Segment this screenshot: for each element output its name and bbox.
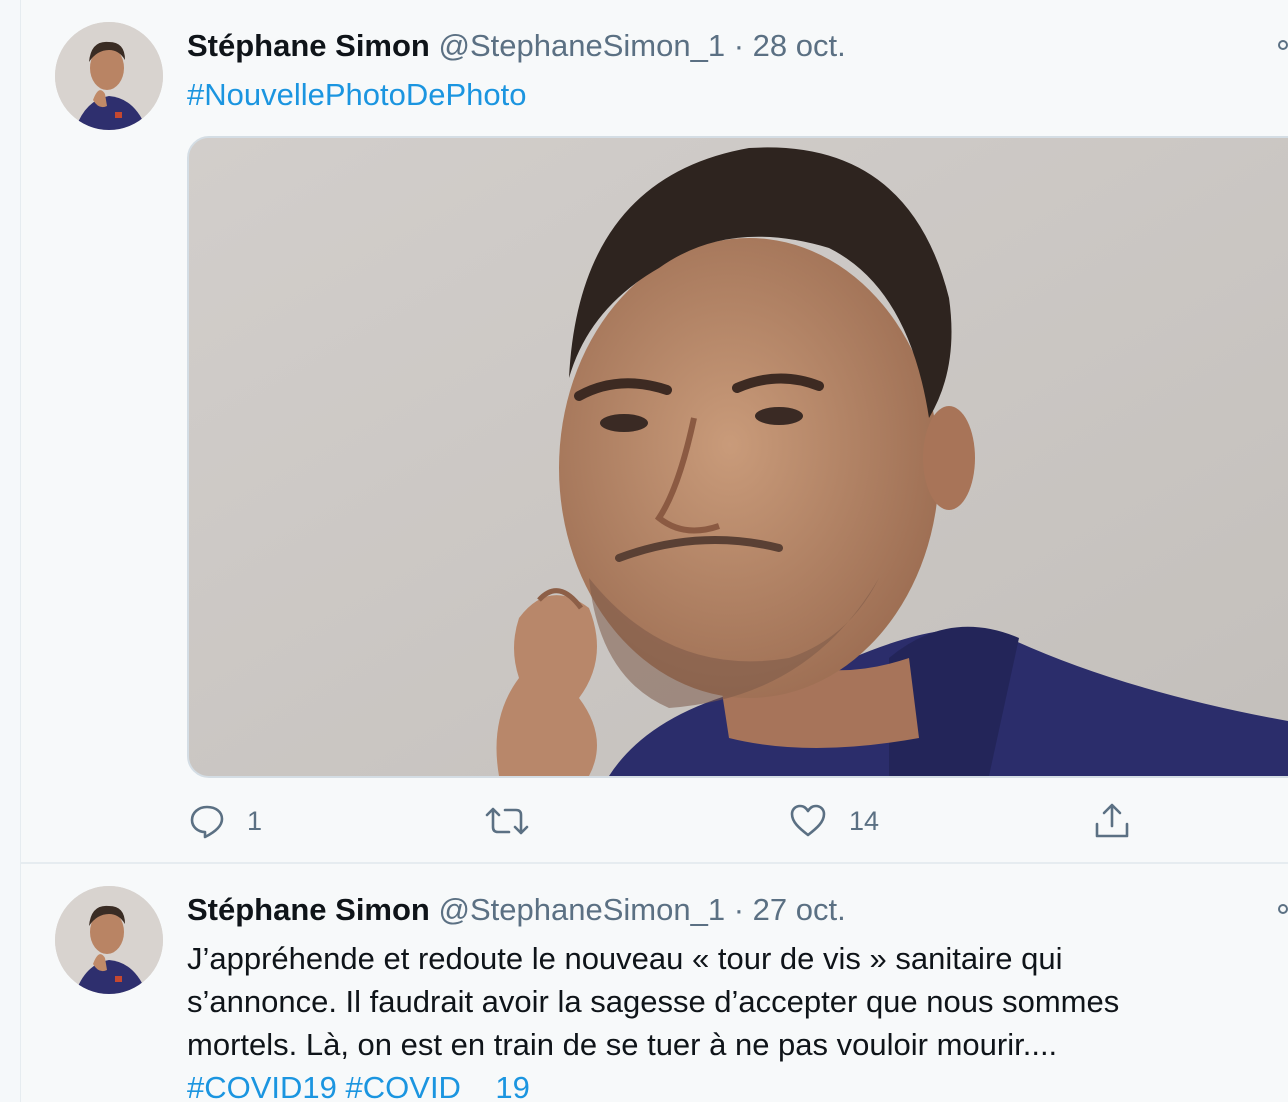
reply-icon: [189, 803, 225, 839]
reply-count: 1: [247, 805, 263, 836]
more-icon[interactable]: [1278, 40, 1288, 50]
hashtag-link[interactable]: #COVID__19: [346, 1070, 530, 1102]
author-name[interactable]: Stéphane Simon: [187, 28, 430, 63]
tweet-date[interactable]: 28 oct.: [753, 28, 846, 63]
like-button[interactable]: 14: [789, 798, 879, 844]
author-handle[interactable]: @StephaneSimon_1: [439, 892, 726, 927]
separator-dot: ·: [733, 28, 745, 63]
author-handle[interactable]: @StephaneSimon_1: [439, 28, 726, 63]
more-icon[interactable]: [1278, 904, 1288, 914]
tweet-hashtags: #COVID19 #COVID__19: [187, 1066, 530, 1102]
share-button[interactable]: [1093, 798, 1131, 844]
tweet-actions: 1 14: [187, 798, 1287, 844]
left-rail: [0, 0, 21, 1102]
tweet-header: Stéphane Simon @StephaneSimon_1 · 27 oct…: [187, 890, 846, 930]
share-icon: [1093, 802, 1131, 840]
avatar[interactable]: [55, 886, 163, 994]
tweet-text-line: J’appréhende et redoute le nouveau « tou…: [187, 941, 1063, 976]
reply-button[interactable]: 1: [189, 798, 262, 844]
tweet-text-line: s’annonce. Il faudrait avoir la sagesse …: [187, 984, 1120, 1019]
tweet-header: Stéphane Simon @StephaneSimon_1 · 28 oct…: [187, 26, 846, 66]
like-count: 14: [849, 805, 880, 836]
tweet-date[interactable]: 27 oct.: [753, 892, 846, 927]
avatar[interactable]: [55, 22, 163, 130]
like-icon: [789, 803, 827, 839]
tweet-text-line: mortels. Là, on est en train de se tuer …: [187, 1027, 1058, 1062]
tweet[interactable]: Stéphane Simon @StephaneSimon_1 · 27 oct…: [21, 864, 1288, 1102]
tweet-photo[interactable]: [187, 136, 1288, 778]
tweet[interactable]: Stéphane Simon @StephaneSimon_1 · 28 oct…: [21, 0, 1288, 862]
timeline: Stéphane Simon @StephaneSimon_1 · 28 oct…: [0, 0, 1288, 1102]
hashtag-link[interactable]: #NouvellePhotoDePhoto: [187, 73, 527, 116]
retweet-icon: [485, 803, 529, 839]
retweet-button[interactable]: [485, 798, 551, 844]
hashtag-link[interactable]: #COVID19: [187, 1070, 337, 1102]
separator-dot: ·: [733, 892, 745, 927]
author-name[interactable]: Stéphane Simon: [187, 892, 430, 927]
